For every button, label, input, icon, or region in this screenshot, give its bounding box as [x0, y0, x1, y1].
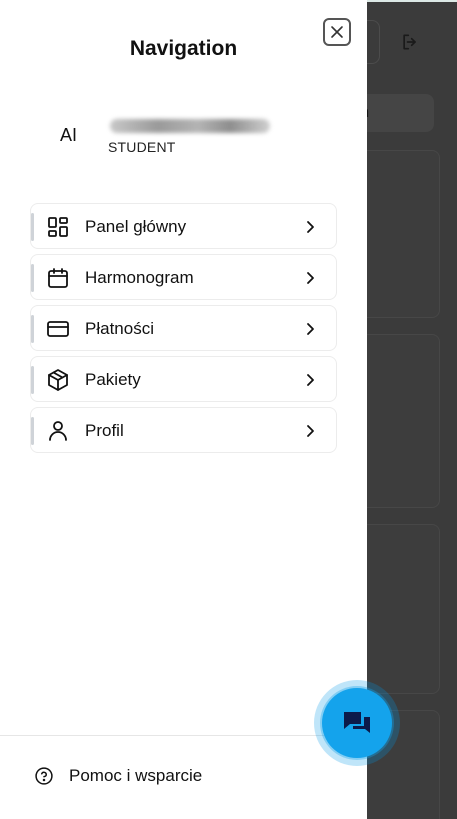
nav-item-indicator [31, 366, 34, 394]
credit-card-icon [47, 321, 69, 337]
calendar-icon [48, 268, 68, 288]
chat-button[interactable] [314, 680, 400, 766]
logout-icon [396, 28, 424, 56]
nav-item-profil[interactable]: Profil [30, 407, 337, 453]
nav-item-pakiety[interactable]: Pakiety [30, 356, 337, 402]
nav-item-platnosci[interactable]: Płatności [30, 305, 337, 351]
nav-item-panel-glowny[interactable]: Panel główny [30, 203, 337, 249]
nav-item-label: Płatności [85, 319, 154, 338]
user-icon [49, 421, 67, 441]
nav-item-harmonogram[interactable]: Harmonogram [30, 254, 337, 300]
help-support-label: Pomoc i wsparcie [69, 766, 203, 785]
close-icon [331, 26, 343, 38]
close-button[interactable] [323, 18, 351, 46]
chevron-right-icon [307, 374, 314, 386]
nav-item-label: Profil [85, 421, 124, 440]
chat-icon [344, 712, 370, 733]
dashboard-icon [48, 217, 68, 237]
user-name-redacted [110, 119, 270, 133]
nav-item-indicator [31, 264, 34, 292]
nav-item-indicator [31, 417, 34, 445]
user-role: STUDENT [108, 139, 176, 155]
chevron-right-icon [307, 425, 314, 437]
nav-item-label: Panel główny [85, 217, 187, 236]
help-circle-icon [35, 767, 53, 785]
nav-item-indicator [31, 213, 34, 241]
navigation-drawer: Navigation AI STUDENT Panel główny Harmo… [0, 0, 367, 819]
nav-item-indicator [31, 315, 34, 343]
avatar: AI [60, 125, 78, 145]
help-support-link[interactable]: Pomoc i wsparcie [34, 766, 202, 786]
package-icon [48, 369, 68, 391]
chevron-right-icon [307, 272, 314, 284]
nav-item-label: Harmonogram [85, 268, 194, 287]
footer-divider [0, 735, 367, 736]
chevron-right-icon [307, 323, 314, 335]
chevron-right-icon [307, 221, 314, 233]
nav-item-label: Pakiety [85, 370, 141, 389]
nav-menu: Panel główny Harmonogram Płatności Pakie… [30, 203, 337, 458]
chat-button-inner [322, 688, 392, 758]
drawer-title: Navigation [129, 37, 238, 60]
